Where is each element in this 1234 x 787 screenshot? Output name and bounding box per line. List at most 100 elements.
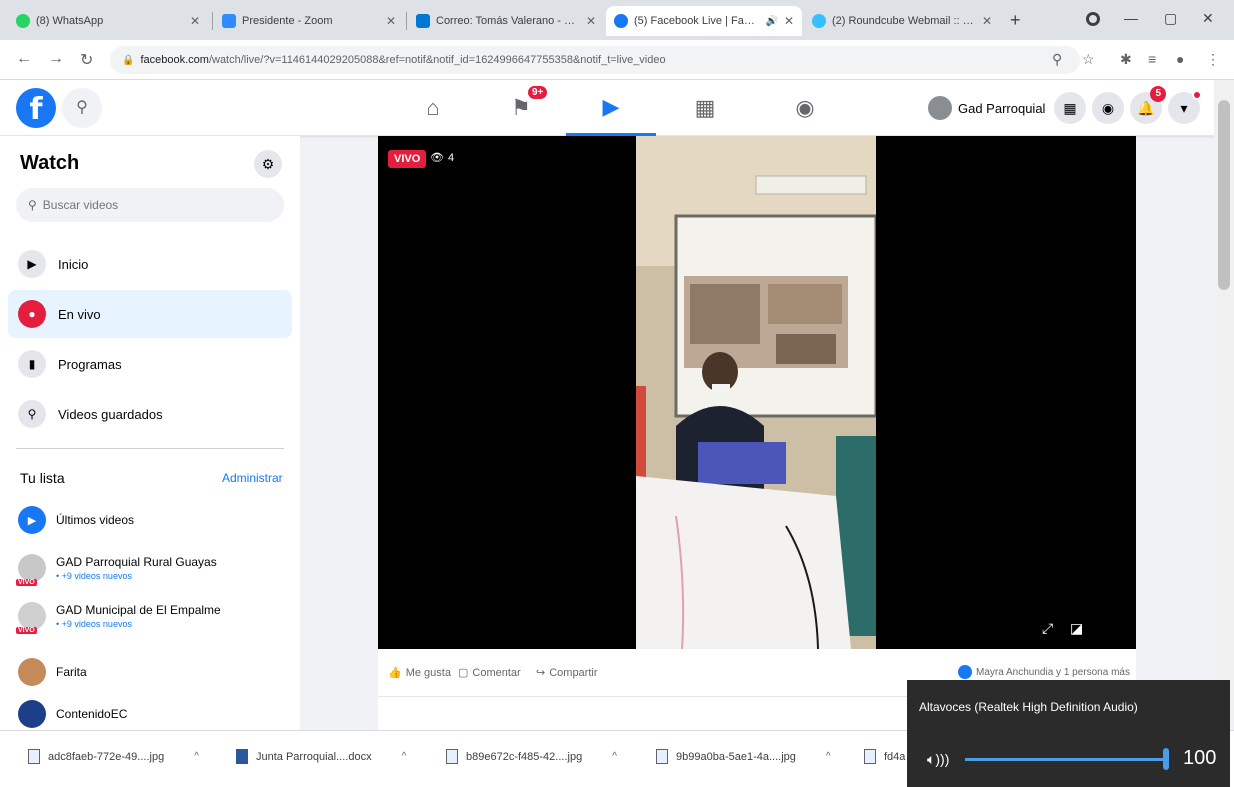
messenger-button[interactable]: ◉ <box>1092 92 1124 124</box>
divider <box>16 448 284 449</box>
chevron-up-icon[interactable]: ^ <box>612 751 617 762</box>
reactions-summary[interactable]: Mayra Anchundia y 1 persona más <box>958 665 1130 679</box>
browser-tab-facebook[interactable]: (5) Facebook Live | Faceb... 🔊 ✕ <box>606 6 802 36</box>
share-button[interactable]: ↪ Compartir <box>536 666 598 680</box>
like-button[interactable]: 👍 Me gusta <box>388 666 451 680</box>
subscription-item[interactable]: Farita <box>18 658 288 686</box>
video-search[interactable]: ⚲ <box>16 188 284 222</box>
chevron-up-icon[interactable]: ^ <box>826 751 831 762</box>
comment-button[interactable]: ▢ Comentar <box>458 666 521 680</box>
notifications-button[interactable]: 🔔 5 <box>1130 86 1166 124</box>
outlook-icon <box>416 14 430 28</box>
grid-icon: ▦ <box>1063 100 1077 116</box>
download-item[interactable]: b89e672c-f485-42....jpg ^ <box>446 749 617 764</box>
bookmark-icon: ⚲ <box>18 400 46 428</box>
close-icon[interactable]: ✕ <box>784 14 794 28</box>
close-window-icon[interactable]: ✕ <box>1202 10 1214 27</box>
tab-title: (5) Facebook Live | Faceb... <box>634 15 760 27</box>
facebook-logo-icon[interactable]: f <box>16 88 56 128</box>
url-field[interactable]: 🔒 facebook.com/watch/live/?v=11461440292… <box>110 46 1080 74</box>
close-icon[interactable]: ✕ <box>586 14 596 28</box>
download-name: fd4a <box>884 750 906 763</box>
download-name: b89e672c-f485-42....jpg <box>466 750 583 763</box>
live-tag: VIVO <box>16 579 37 586</box>
browser-address-bar: ← → ↻ 🔒 facebook.com/watch/live/?v=11461… <box>0 40 1234 80</box>
watch-icon: ▶ <box>602 93 620 119</box>
manage-link[interactable]: Administrar <box>222 471 283 485</box>
download-name: 9b99a0ba-5ae1-4a....jpg <box>676 750 796 763</box>
chevron-up-icon[interactable]: ^ <box>194 751 199 762</box>
miniplayer-icon[interactable]: ◪ <box>1070 620 1083 637</box>
profile-icon[interactable] <box>1086 12 1100 26</box>
browser-tab-whatsapp[interactable]: (8) WhatsApp ✕ <box>8 6 208 36</box>
subscription-item[interactable]: ▶ Últimos videos <box>18 506 288 534</box>
forward-icon[interactable]: → <box>48 50 64 68</box>
download-item[interactable]: Junta Parroquial....docx ^ <box>236 749 406 764</box>
reading-list-icon[interactable]: ≡ <box>1148 51 1156 67</box>
bookmark-star-icon[interactable]: ☆ <box>1082 51 1095 68</box>
menu-grid-button[interactable]: ▦ <box>1054 92 1086 124</box>
avatar: VIVO <box>16 602 46 634</box>
chevron-up-icon[interactable]: ^ <box>402 751 407 762</box>
live-video-player[interactable]: VIVO 👁 4 ⤢ ◪ <box>378 136 1136 649</box>
speaker-icon[interactable]: 🔈︎))) <box>927 751 949 768</box>
sidebar-item-programas[interactable]: ▮ Programas <box>8 340 292 388</box>
sidebar-item-en-vivo[interactable]: ● En vivo <box>8 290 292 338</box>
fullscreen-icon[interactable]: ⤢ <box>1042 620 1053 637</box>
volume-slider-thumb[interactable] <box>1163 748 1169 770</box>
sidebar-item-videos-guardados[interactable]: ⚲ Videos guardados <box>8 390 292 438</box>
browser-tab-outlook[interactable]: Correo: Tomás Valerano - O... ✕ <box>408 6 604 36</box>
sidebar-item-inicio[interactable]: ▶ Inicio <box>8 240 292 288</box>
nav-tab-groups[interactable]: ◉ <box>760 80 850 136</box>
subscription-name: GAD Municipal de El Empalme <box>56 603 221 617</box>
sidebar-item-label: Programas <box>58 356 122 372</box>
browser-tab-zoom[interactable]: Presidente - Zoom ✕ <box>214 6 404 36</box>
nav-tab-pages[interactable]: ⚑ 9+ <box>476 80 566 136</box>
subscription-item[interactable]: VIVO GAD Municipal de El Empalme • +9 vi… <box>16 602 288 634</box>
video-frame <box>636 136 876 649</box>
volume-slider[interactable] <box>965 748 1169 770</box>
zoom-icon <box>222 14 236 28</box>
profile-chip[interactable]: Gad Parroquial <box>928 92 1045 124</box>
minimize-icon[interactable]: — <box>1124 10 1138 26</box>
browser-tab-roundcube[interactable]: (2) Roundcube Webmail :: E... ✕ <box>804 6 1000 36</box>
tab-title: (2) Roundcube Webmail :: E... <box>832 15 976 27</box>
account-menu-button[interactable]: ▾ <box>1168 90 1202 124</box>
profile-name: Gad Parroquial <box>958 100 1046 116</box>
subscription-name: ContenidoEC <box>56 707 128 721</box>
settings-button[interactable]: ⚙ <box>254 150 282 178</box>
back-icon[interactable]: ← <box>16 50 32 68</box>
play-icon: ▶ <box>18 250 46 278</box>
zoom-lens-icon[interactable]: ⚲ <box>1052 51 1062 68</box>
page-scrollbar[interactable] <box>1214 80 1234 730</box>
new-tab-button[interactable]: + <box>1010 10 1021 31</box>
close-icon[interactable]: ✕ <box>190 14 200 28</box>
nav-badge: 9+ <box>528 86 548 99</box>
nav-tab-home[interactable]: ⌂ <box>388 80 478 136</box>
close-icon[interactable]: ✕ <box>982 14 992 28</box>
share-label: Compartir <box>549 666 598 679</box>
download-item[interactable]: 9b99a0ba-5ae1-4a....jpg ^ <box>656 749 831 764</box>
reload-icon[interactable]: ↻ <box>80 50 93 70</box>
download-item[interactable]: fd4a <box>864 749 905 764</box>
download-name: Junta Parroquial....docx <box>256 750 372 763</box>
download-item[interactable]: adc8faeb-772e-49....jpg ^ <box>28 749 199 764</box>
extensions-icon[interactable]: ✱ <box>1120 51 1132 68</box>
account-icon[interactable]: ● <box>1176 51 1184 67</box>
audio-device-name[interactable]: Altavoces (Realtek High Definition Audio… <box>919 700 1138 714</box>
flag-icon: ⚑ <box>511 95 531 120</box>
maximize-icon[interactable]: ▢ <box>1164 10 1177 27</box>
subscription-name: GAD Parroquial Rural Guayas <box>56 555 217 569</box>
nav-tab-marketplace[interactable]: ▦ <box>660 80 750 136</box>
menu-kebab-icon[interactable]: ⋮ <box>1206 51 1220 68</box>
video-search-input[interactable] <box>42 198 263 212</box>
scrollbar-thumb[interactable] <box>1218 100 1230 290</box>
close-icon[interactable]: ✕ <box>386 14 396 28</box>
subscription-item[interactable]: ContenidoEC <box>18 700 288 728</box>
search-icon[interactable]: ⚲ <box>62 88 102 128</box>
nav-tab-watch[interactable]: ▶ <box>566 80 656 136</box>
subscription-item[interactable]: VIVO GAD Parroquial Rural Guayas • +9 vi… <box>16 554 288 586</box>
subscription-name: Últimos videos <box>56 513 135 527</box>
comment-label: Comentar <box>472 666 521 679</box>
live-tag: VIVO <box>16 627 37 634</box>
